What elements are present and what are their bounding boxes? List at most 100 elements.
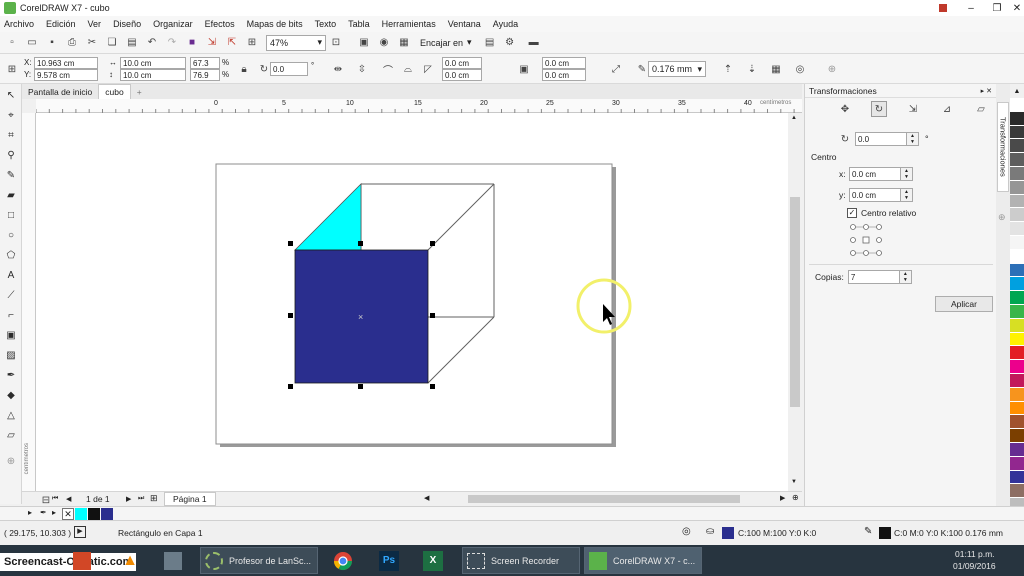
palette-swatch[interactable] xyxy=(1010,139,1024,154)
open-icon[interactable]: ▭ xyxy=(24,35,40,51)
palette-swatch[interactable] xyxy=(1010,166,1024,181)
scroll-left-icon[interactable]: ◀ xyxy=(424,494,429,502)
cyan-swatch[interactable] xyxy=(75,508,87,520)
tab-add[interactable]: + xyxy=(131,84,148,99)
zoom-fit-icon[interactable]: ⊡ xyxy=(328,35,344,51)
add-icon[interactable]: ⊕ xyxy=(824,61,840,77)
rotation-angle-field[interactable]: 0.0 xyxy=(855,132,907,146)
x-position-field[interactable]: 10.963 cm xyxy=(34,57,98,69)
freehand-tool-icon[interactable]: ✎ xyxy=(2,166,20,184)
menu-archivo[interactable]: Archivo xyxy=(4,19,34,29)
chamfer-corner-icon[interactable]: ◸ xyxy=(420,61,436,77)
palette-swatch[interactable] xyxy=(1010,98,1024,112)
docker-expand-icon[interactable]: ▸ ✕ xyxy=(981,87,992,95)
menu-efectos[interactable]: Efectos xyxy=(205,19,235,29)
text-wrap-icon[interactable]: ▦ xyxy=(768,61,784,77)
palette-swatch[interactable] xyxy=(1010,180,1024,195)
shape-tool-icon[interactable]: ⌖ xyxy=(2,106,20,124)
polygon-tool-icon[interactable]: ⬠ xyxy=(2,246,20,264)
zoom-select[interactable]: 47% ▾ xyxy=(266,34,326,51)
vertical-ruler[interactable]: centímetros xyxy=(22,113,36,491)
palette-swatch[interactable] xyxy=(1010,346,1024,361)
menu-ventana[interactable]: Ventana xyxy=(448,19,481,29)
taskbar-coreldraw[interactable]: CorelDRAW X7 - c... xyxy=(584,547,702,574)
smart-fill-icon[interactable]: ▰ xyxy=(2,186,20,204)
minimize-button[interactable]: – xyxy=(958,0,984,16)
outline-width-select[interactable]: 0.176 mm ▾ xyxy=(648,61,706,77)
center-x-field[interactable]: 0.0 cm xyxy=(849,167,901,181)
height-field[interactable]: 10.0 cm xyxy=(120,69,186,81)
palette-swatch[interactable] xyxy=(1010,291,1024,305)
horizontal-ruler[interactable]: 0 5 10 15 20 25 30 35 40 centímetros xyxy=(36,99,802,113)
zoom-tool-icon[interactable]: ⚲ xyxy=(2,146,20,164)
print-icon[interactable]: ⎙ xyxy=(64,35,80,51)
transformations-vertical-tab[interactable]: Transformaciones xyxy=(997,102,1009,192)
grid-icon[interactable]: ▦ xyxy=(396,35,412,51)
taskbar-photoshop-icon[interactable]: Ps xyxy=(374,547,404,574)
no-color-swatch[interactable]: ✕ xyxy=(62,508,74,520)
corner-radius-top-right[interactable]: 0.0 cm xyxy=(542,57,586,69)
crop-tool-icon[interactable]: ⌗ xyxy=(2,126,20,144)
taskbar-profesor[interactable]: Profesor de LanSc... xyxy=(200,547,318,574)
width-field[interactable]: 10.0 cm xyxy=(120,57,186,69)
publish-pdf-icon[interactable]: ⊞ xyxy=(244,35,260,51)
palette-swatch[interactable] xyxy=(1010,401,1024,416)
relative-corner-scaling-icon[interactable]: ⤢ xyxy=(608,61,624,77)
cut-icon[interactable]: ✂ xyxy=(84,35,100,51)
taskbar-screen-recorder[interactable]: Screen Recorder xyxy=(462,547,580,574)
menu-diseno[interactable]: Diseño xyxy=(113,19,141,29)
rotation-spinner[interactable]: ▲ ▼ xyxy=(907,132,919,146)
drawing-svg[interactable]: × xyxy=(36,113,788,491)
outline-color-swatch[interactable] xyxy=(879,527,891,539)
scroll-right-icon[interactable]: ▶ xyxy=(780,494,785,502)
corner-radius-bottom-left[interactable]: 0.0 cm xyxy=(442,69,482,81)
full-screen-icon[interactable]: ▣ xyxy=(356,35,372,51)
vertical-scrollbar[interactable]: ▲ ▼ xyxy=(788,113,802,491)
black-swatch[interactable] xyxy=(88,508,100,520)
taskbar-vlc-icon[interactable]: ▲ xyxy=(110,547,150,574)
horizontal-scroll-thumb[interactable] xyxy=(468,495,740,503)
snap-to-menu[interactable]: Encajar en ▾ xyxy=(420,37,472,48)
palette-swatch[interactable] xyxy=(1010,429,1024,443)
fill-color-swatch[interactable] xyxy=(722,527,734,539)
ellipse-tool-icon[interactable]: ○ xyxy=(2,226,20,244)
palette-arrow-icon[interactable]: ▸ xyxy=(28,508,32,517)
menu-texto[interactable]: Texto xyxy=(315,19,337,29)
palette-swatch[interactable] xyxy=(1010,387,1024,402)
zoom-nav-icon[interactable]: ⊕ xyxy=(792,493,799,502)
rectangle-tool-icon[interactable]: □ xyxy=(2,206,20,224)
relative-center-checkbox[interactable]: ✓ xyxy=(847,208,857,218)
palette-swatch[interactable] xyxy=(1010,415,1024,430)
scale-height-field[interactable]: 76.9 xyxy=(190,69,220,81)
add-page-icon[interactable]: ⊞ xyxy=(150,493,158,504)
view-icon[interactable]: ◉ xyxy=(376,35,392,51)
menu-tabla[interactable]: Tabla xyxy=(348,19,370,29)
import-icon[interactable]: ⇲ xyxy=(204,35,220,51)
dimension-tool-icon[interactable]: ⟋ xyxy=(2,286,20,304)
palette-swatch[interactable] xyxy=(1010,249,1024,264)
skew-mode-icon[interactable]: ▱ xyxy=(973,101,989,117)
status-play-icon[interactable]: ▶ xyxy=(74,526,86,538)
corner-radius-bottom-right[interactable]: 0.0 cm xyxy=(542,69,586,81)
palette-swatch[interactable] xyxy=(1010,194,1024,209)
text-tool-icon[interactable]: A xyxy=(2,266,20,284)
close-button[interactable]: ✕ xyxy=(1004,0,1024,16)
lock-ratio-icon[interactable]: 🔒︎ xyxy=(236,61,252,77)
copies-field[interactable]: 7 xyxy=(847,270,900,284)
center-y-spinner[interactable]: ▲ ▼ xyxy=(901,188,913,202)
palette-swatch[interactable] xyxy=(1010,153,1024,167)
palette-swatch[interactable] xyxy=(1010,484,1024,499)
palette-swatch[interactable] xyxy=(1010,125,1024,140)
palette-scroll-up-icon[interactable]: ▲ xyxy=(1010,84,1024,98)
mirror-vertical-icon[interactable]: ⇳ xyxy=(354,61,370,77)
next-page-icon[interactable]: ▶ xyxy=(126,495,131,503)
scallop-corner-icon[interactable]: ⌓ xyxy=(400,61,416,77)
palette-swatch[interactable] xyxy=(1010,318,1024,333)
palette-swatch[interactable] xyxy=(1010,456,1024,471)
tab-cubo[interactable]: cubo xyxy=(98,84,131,99)
undo-icon[interactable]: ↶ xyxy=(144,35,160,51)
menu-ver[interactable]: Ver xyxy=(88,19,102,29)
palette-swatch[interactable] xyxy=(1010,442,1024,457)
palette-swatch[interactable] xyxy=(1010,360,1024,374)
palette-swatch[interactable] xyxy=(1010,222,1024,236)
